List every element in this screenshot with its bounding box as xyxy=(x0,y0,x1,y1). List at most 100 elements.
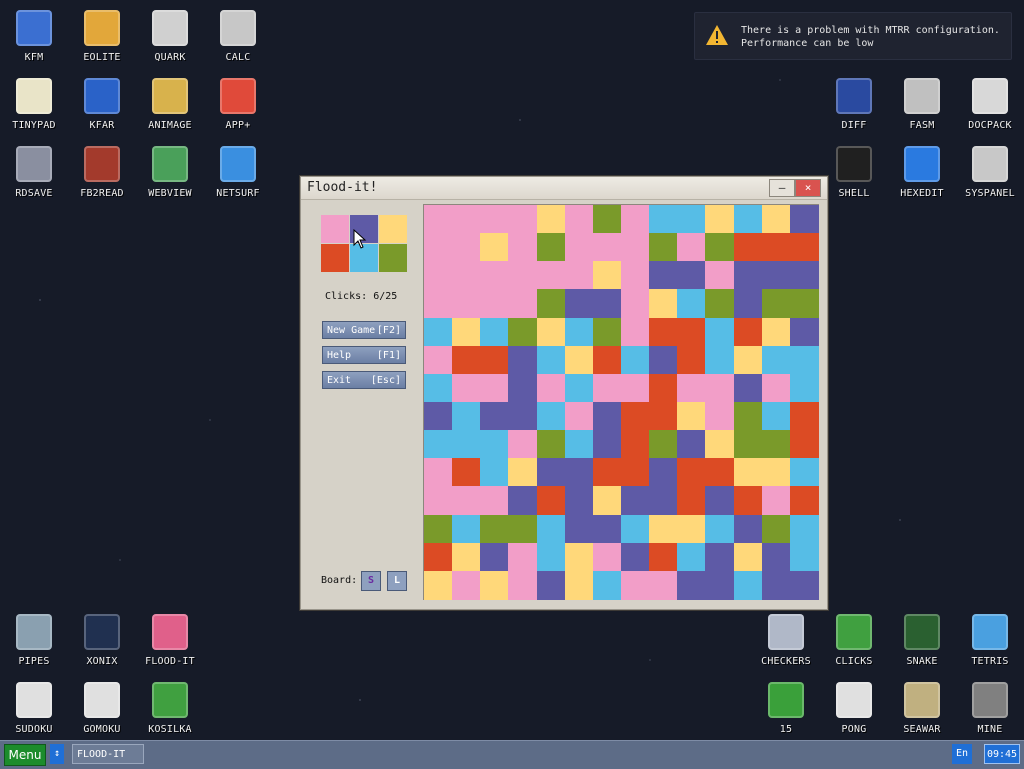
close-button[interactable]: × xyxy=(795,179,821,197)
board-cell xyxy=(424,430,453,460)
board-cell xyxy=(733,233,763,263)
desktop-icon-pipes[interactable]: PIPES xyxy=(0,614,68,667)
desktop-icon-flood-it[interactable]: FLOOD-IT xyxy=(136,614,204,667)
desktop-icon-label: FLOOD-IT xyxy=(145,656,195,667)
diff-icon xyxy=(836,78,872,114)
board-cell xyxy=(705,205,735,234)
menu-button[interactable]: Menu xyxy=(4,744,46,766)
mtrr-notification[interactable]: There is a problem with MTRR configurati… xyxy=(694,12,1012,60)
desktop-icon-app-[interactable]: APP+ xyxy=(204,78,272,131)
desktop-icon-xonix[interactable]: XONIX xyxy=(68,614,136,667)
desktop-icon-sudoku[interactable]: SUDOKU xyxy=(0,682,68,735)
book-icon xyxy=(84,146,120,182)
board-cell xyxy=(536,542,566,572)
desktop-icon-15[interactable]: 15 xyxy=(752,682,820,735)
mouse-cursor-icon xyxy=(353,229,367,249)
desktop-icon-fb2read[interactable]: FB2READ xyxy=(68,146,136,199)
desktop-icon-animage[interactable]: ANIMAGE xyxy=(136,78,204,131)
desktop-icon-kfm[interactable]: KFM xyxy=(0,10,68,63)
help-label: Help xyxy=(327,350,352,361)
board-cell xyxy=(621,402,650,431)
flood-icon xyxy=(152,614,188,650)
board-size-l-button[interactable]: L xyxy=(387,571,407,591)
desktop-icon-gomoku[interactable]: GOMOKU xyxy=(68,682,136,735)
palette-swatch[interactable] xyxy=(321,244,349,272)
board-cell xyxy=(452,373,482,403)
board-cell xyxy=(480,458,510,488)
desktop-icon-netsurf[interactable]: NETSURF xyxy=(204,146,272,199)
board-cell xyxy=(564,458,594,488)
board-cell xyxy=(424,542,453,572)
board-cell xyxy=(761,373,791,403)
board-cell xyxy=(592,373,622,403)
language-indicator[interactable]: En xyxy=(952,744,972,764)
palette-swatch[interactable] xyxy=(379,244,407,272)
desktop-icon-kosilka[interactable]: KOSILKA xyxy=(136,682,204,735)
board-cell xyxy=(480,486,510,516)
board-cell xyxy=(705,486,735,516)
desktop-icon-tinypad[interactable]: TINYPAD xyxy=(0,78,68,131)
board-cell xyxy=(621,514,650,544)
clock[interactable]: 09:45 xyxy=(984,744,1020,764)
desktop-icon-clicks[interactable]: CLICKS xyxy=(820,614,888,667)
board-cell xyxy=(592,345,622,375)
board-cell xyxy=(536,458,566,488)
seawar-icon xyxy=(904,682,940,718)
board-cell xyxy=(480,261,510,291)
desktop-icon-label: KFAR xyxy=(89,120,115,131)
board-cell xyxy=(789,458,819,488)
desktop-icon-diff[interactable]: DIFF xyxy=(820,78,888,131)
desktop-icon-pong[interactable]: PONG xyxy=(820,682,888,735)
board-cell xyxy=(508,458,538,488)
board-cell xyxy=(733,514,763,544)
desktop-icon-rdsave[interactable]: RDSAVE xyxy=(0,146,68,199)
desktop-icon-quark[interactable]: QUARK xyxy=(136,10,204,63)
board-cell xyxy=(564,317,594,347)
desktop-icon-mine[interactable]: MINE xyxy=(956,682,1024,735)
board-cell xyxy=(761,261,791,291)
desktop-icon-eolite[interactable]: EOLITE xyxy=(68,10,136,63)
board-cell xyxy=(621,317,650,347)
window-titlebar[interactable]: Flood-it! – × xyxy=(301,177,827,200)
desktop-icon-shell[interactable]: SHELL xyxy=(820,146,888,199)
desktop-icon-label: CLICKS xyxy=(835,656,873,667)
desktop-icon-docpack[interactable]: DOCPACK xyxy=(956,78,1024,131)
board-cell xyxy=(733,458,763,488)
desktop-icon-checkers[interactable]: CHECKERS xyxy=(752,614,820,667)
desktop-icon-hexedit[interactable]: HEXEDIT xyxy=(888,146,956,199)
desktop-icon-snake[interactable]: SNAKE xyxy=(888,614,956,667)
desktop-icon-label: 15 xyxy=(779,724,793,735)
board-cell xyxy=(424,486,453,516)
board-cell xyxy=(677,486,707,516)
board-cell xyxy=(677,345,707,375)
desktop-icon-tetris[interactable]: TETRIS xyxy=(956,614,1024,667)
desktop-icon-label: KOSILKA xyxy=(148,724,192,735)
board-cell xyxy=(705,345,735,375)
desktop-icon-syspanel[interactable]: SYSPANEL xyxy=(956,146,1024,199)
help-button[interactable]: Help [F1] xyxy=(322,346,406,364)
new-game-button[interactable]: New Game [F2] xyxy=(322,321,406,339)
palette-swatch[interactable] xyxy=(379,215,407,243)
desktop-icon-calc[interactable]: CALC xyxy=(204,10,272,63)
taskbar-item-flood-it[interactable]: FLOOD-IT xyxy=(72,744,144,764)
board-cell xyxy=(621,289,650,319)
desktop-icon-fasm[interactable]: FASM xyxy=(888,78,956,131)
notification-line-2: Performance can be low xyxy=(741,38,874,49)
task-switch-icon[interactable]: ↕ xyxy=(50,744,64,764)
desktop-icon-seawar[interactable]: SEAWAR xyxy=(888,682,956,735)
desktop-icon-webview[interactable]: WEBVIEW xyxy=(136,146,204,199)
board-cell xyxy=(705,317,735,347)
palette-swatch[interactable] xyxy=(321,215,349,243)
board-cell xyxy=(621,205,650,234)
board-cell xyxy=(592,430,622,460)
board-size-s-button[interactable]: S xyxy=(361,571,381,591)
board-cell xyxy=(536,261,566,291)
minimize-button[interactable]: – xyxy=(769,179,795,197)
game-board[interactable] xyxy=(423,204,819,600)
desktop-icon-kfar[interactable]: KFAR xyxy=(68,78,136,131)
exit-button[interactable]: Exit [Esc] xyxy=(322,371,406,389)
fifteen-icon xyxy=(768,682,804,718)
desktop-icon-label: PIPES xyxy=(18,656,50,667)
board-cell xyxy=(649,233,679,263)
desktop-icon-label: WEBVIEW xyxy=(148,188,192,199)
